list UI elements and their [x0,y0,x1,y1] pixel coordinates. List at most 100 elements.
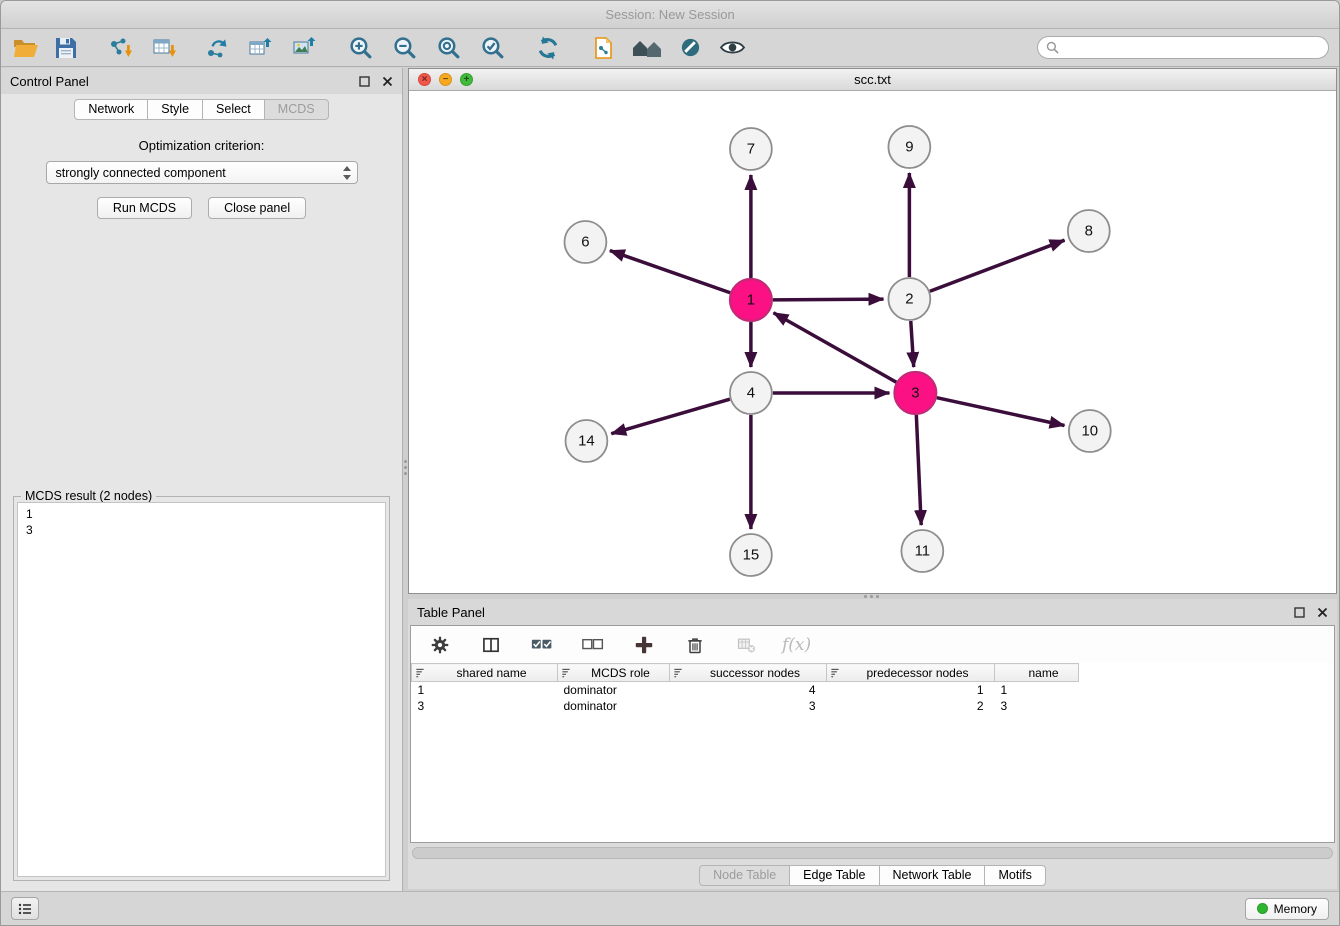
zoom-fit-button[interactable] [433,33,463,63]
add-row-button[interactable] [629,630,659,660]
network-window-titlebar[interactable]: × − + scc.txt [409,69,1336,91]
function-builder-icon[interactable]: f(x) [782,635,811,655]
horizontal-scrollbar[interactable] [412,847,1333,859]
node-3[interactable]: 3 [894,372,936,414]
column-header-predecessor-nodes[interactable]: predecessor nodes [827,664,995,682]
node-1[interactable]: 1 [730,279,772,321]
mcds-result-item[interactable]: 3 [26,522,377,538]
edge-1-6[interactable] [610,251,730,293]
tab-motifs[interactable]: Motifs [984,865,1045,886]
network-graph[interactable]: 7 9 6 8 1 2 4 3 14 10 15 11 [409,91,1336,593]
node-label: 9 [905,138,913,155]
edge-1-2[interactable] [773,299,884,300]
edge-3-11[interactable] [916,415,921,525]
node-6[interactable]: 6 [564,221,606,263]
tab-mcds[interactable]: MCDS [264,99,329,120]
refresh-view-button[interactable] [533,33,563,63]
control-panel-header: Control Panel [1,68,402,94]
export-network-icon [204,36,228,60]
show-column-button[interactable] [476,630,506,660]
tab-network[interactable]: Network [74,99,148,120]
mcds-result-group: MCDS result (2 nodes) 1 3 [13,496,390,881]
float-panel-icon[interactable] [359,76,370,87]
show-hide-graphics-button[interactable] [717,33,747,63]
network-canvas[interactable]: 7 9 6 8 1 2 4 3 14 10 15 11 [409,91,1336,593]
select-all-icon [531,636,554,654]
edge-3-10[interactable] [937,398,1065,426]
tab-style[interactable]: Style [147,99,203,120]
node-14[interactable]: 14 [565,420,607,462]
table-row[interactable]: 3dominator323 [412,698,1079,714]
export-image-button[interactable] [289,33,319,63]
home-icon [630,36,664,60]
table-settings-button[interactable] [425,630,455,660]
close-view-button[interactable]: × [418,73,431,86]
table-cell: 1 [412,682,558,698]
zoom-in-button[interactable] [345,33,375,63]
sort-icon [830,668,840,678]
tab-select[interactable]: Select [202,99,265,120]
node-10[interactable]: 10 [1069,410,1111,452]
criterion-dropdown[interactable]: strongly connected component [46,161,358,184]
float-table-panel-icon[interactable] [1294,607,1305,618]
delete-row-button[interactable] [680,630,710,660]
close-table-panel-icon[interactable] [1317,607,1328,618]
edge-3-1[interactable] [773,313,896,382]
show-panel-list-button[interactable] [11,897,39,920]
open-session-button[interactable] [11,33,41,63]
column-header-mcds-role[interactable]: MCDS role [558,664,670,682]
import-table-icon [152,36,176,60]
apply-style-button[interactable] [675,33,705,63]
table-cell: 3 [670,698,827,714]
maximize-view-button[interactable]: + [460,73,473,86]
open-network-document-button[interactable] [589,33,619,63]
minimize-view-button[interactable]: − [439,73,452,86]
import-table-button[interactable] [149,33,179,63]
control-panel: Control Panel Network Style Select MCDS … [1,68,403,891]
column-header-name[interactable]: name [995,664,1079,682]
window-titlebar[interactable]: Session: New Session [1,1,1339,29]
export-network-button[interactable] [201,33,231,63]
edge-4-14[interactable] [611,399,730,434]
node-8[interactable]: 8 [1068,210,1110,252]
memory-button[interactable]: Memory [1245,898,1329,920]
run-mcds-button[interactable]: Run MCDS [97,197,192,219]
node-7[interactable]: 7 [730,128,772,170]
node-label: 1 [747,291,755,308]
export-table-button[interactable] [245,33,275,63]
search-input[interactable] [1064,41,1320,55]
tab-network-table[interactable]: Network Table [879,865,986,886]
node-9[interactable]: 9 [888,126,930,168]
unselect-all-button[interactable] [578,630,608,660]
node-11[interactable]: 11 [901,530,943,572]
column-header-successor-nodes[interactable]: successor nodes [670,664,827,682]
mcds-result-list: 1 3 [17,502,386,877]
home-layout-button[interactable] [629,33,665,63]
edge-2-8[interactable] [930,240,1065,291]
edge-2-3[interactable] [911,321,914,367]
import-network-button[interactable] [105,33,135,63]
table-row[interactable]: 1dominator411 [412,682,1079,698]
node-2[interactable]: 2 [888,278,930,320]
sort-icon [673,668,683,678]
mcds-result-item[interactable]: 1 [26,506,377,522]
zoom-selected-button[interactable] [477,33,507,63]
mcds-buttons: Run MCDS Close panel [1,197,402,219]
close-panel-button[interactable]: Close panel [208,197,306,219]
export-table-icon [248,36,272,60]
table-header-row: shared name MCDS role [412,664,1079,682]
delete-table-button[interactable] [731,630,761,660]
column-header-shared-name[interactable]: shared name [412,664,558,682]
select-all-button[interactable] [527,630,557,660]
zoom-out-button[interactable] [389,33,419,63]
node-4[interactable]: 4 [730,372,772,414]
tab-node-table[interactable]: Node Table [699,865,790,886]
close-panel-icon[interactable] [382,76,393,87]
zoom-selected-icon [480,35,505,60]
dropdown-stepper-icon [343,166,351,183]
save-session-button[interactable] [51,33,81,63]
node-table: shared name MCDS role [411,663,1079,714]
node-15[interactable]: 15 [730,534,772,576]
trash-icon [685,635,705,655]
tab-edge-table[interactable]: Edge Table [789,865,879,886]
